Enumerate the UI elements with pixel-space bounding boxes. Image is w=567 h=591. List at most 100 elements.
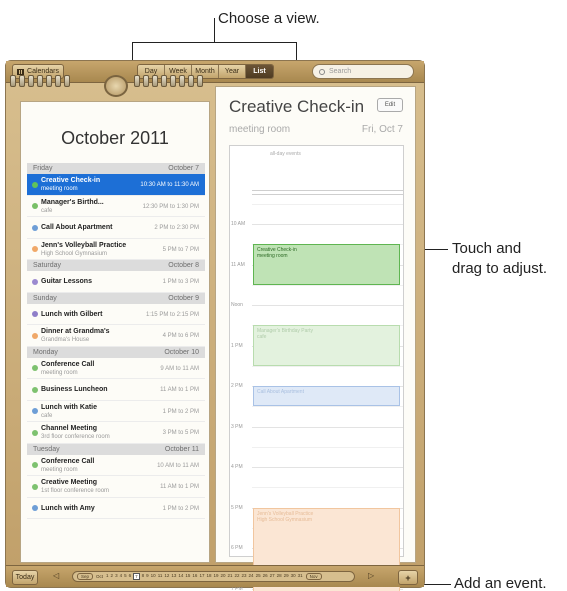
day-timeline[interactable]: all-day events 10 AM 11 AM Noon 1 PM 2 PM 3 P… bbox=[229, 145, 404, 591]
edit-button[interactable]: Edit bbox=[377, 98, 403, 112]
event-list-item[interactable]: Jenn's Volleyball Practice High School Gy… bbox=[27, 239, 205, 260]
day-number[interactable]: 30 bbox=[291, 573, 296, 580]
half-hour-line bbox=[252, 203, 403, 205]
day-number[interactable]: 31 bbox=[298, 573, 303, 580]
day-number[interactable]: 8 bbox=[142, 573, 145, 580]
day-number[interactable]: 15 bbox=[185, 573, 190, 580]
day-number[interactable]: 20 bbox=[220, 573, 225, 580]
day-number[interactable]: 9 bbox=[146, 573, 149, 580]
day-number[interactable]: 10 bbox=[151, 573, 156, 580]
day-number[interactable]: 14 bbox=[178, 573, 183, 580]
binder-rings-right bbox=[134, 75, 203, 87]
day-number[interactable]: 29 bbox=[284, 573, 289, 580]
day-header: Sunday October 9 bbox=[27, 292, 205, 304]
day-number[interactable]: 17 bbox=[199, 573, 204, 580]
event-list-item[interactable]: Conference Call meeting room 10 AM to 11 A… bbox=[27, 455, 205, 476]
day-number[interactable]: 24 bbox=[249, 573, 254, 580]
callout-choose-view: Choose a view. bbox=[218, 10, 320, 27]
day-number[interactable]: 12 bbox=[164, 573, 169, 580]
event-location: cafe bbox=[41, 412, 53, 419]
day-date: October 9 bbox=[168, 294, 199, 302]
day-number[interactable]: 28 bbox=[277, 573, 282, 580]
event-title: Channel Meeting bbox=[41, 425, 98, 432]
timeline-event-block[interactable]: Creative Check-in meeting room bbox=[253, 244, 400, 285]
next-arrow-icon[interactable]: ▷ bbox=[368, 571, 374, 580]
event-list-item[interactable]: Lunch with Gilbert 1:15 PM to 2:15 PM bbox=[27, 304, 205, 325]
tab-year[interactable]: Year bbox=[219, 65, 246, 78]
calendar-color-dot bbox=[32, 181, 38, 188]
event-location: High School Gymnasium bbox=[41, 250, 108, 257]
hour-label: 6 PM bbox=[231, 545, 243, 551]
event-location: meeting room bbox=[41, 369, 78, 376]
event-time: 11 AM to 1 PM bbox=[160, 387, 199, 393]
day-number[interactable]: 11 bbox=[158, 573, 163, 580]
event-list-item[interactable]: Creative Check-in meeting room 10:30 AM to… bbox=[27, 174, 205, 196]
calendar-color-dot bbox=[32, 462, 38, 469]
event-location: cafe bbox=[41, 207, 53, 214]
event-title: Conference Call bbox=[41, 360, 95, 368]
timeline-event-block[interactable]: Manager's Birthday Party cafe bbox=[253, 325, 400, 366]
day-number[interactable]: 25 bbox=[256, 573, 261, 580]
day-header: Saturday October 8 bbox=[27, 260, 205, 271]
callout-add-event: Add an event. bbox=[454, 575, 547, 591]
day-number[interactable]: 26 bbox=[263, 573, 268, 580]
event-list-item[interactable]: Conference Call meeting room 9 AM to 11 AM bbox=[27, 358, 205, 379]
day-number[interactable]: 3 bbox=[115, 573, 118, 580]
event-time: 10:30 AM to 11:30 AM bbox=[140, 182, 199, 188]
event-title: Lunch with Katie bbox=[41, 403, 97, 411]
event-detail-page: Creative Check-in Edit meeting room Fri,… bbox=[215, 86, 416, 591]
day-date: October 8 bbox=[168, 262, 199, 269]
event-time: 1 PM to 2 PM bbox=[162, 505, 199, 512]
event-time: 4 PM to 6 PM bbox=[162, 333, 199, 339]
timeline-event-block[interactable]: Call About Apartment bbox=[253, 386, 400, 407]
event-list-item[interactable]: Manager's Birthd... cafe 12:30 PM to 1:30 … bbox=[27, 196, 205, 217]
event-time: 10 AM to 11 AM bbox=[157, 462, 199, 469]
event-title: Creative Check-in bbox=[229, 97, 365, 116]
prev-month-label: Sep bbox=[77, 573, 94, 580]
event-list-item[interactable]: Lunch with Katie cafe 1 PM to 2 PM bbox=[27, 401, 205, 422]
calendar-color-dot bbox=[32, 224, 38, 231]
event-list-item[interactable]: Creative Meeting 1st floor conference roo… bbox=[27, 476, 205, 498]
day-number[interactable]: 18 bbox=[206, 573, 211, 580]
add-event-button[interactable]: + bbox=[398, 570, 418, 585]
day-number[interactable]: 1 bbox=[106, 573, 109, 580]
day-header: Tuesday October 11 bbox=[27, 443, 205, 455]
day-number[interactable]: 6 bbox=[129, 573, 132, 580]
event-list-item[interactable]: Business Luncheon 11 AM to 1 PM bbox=[27, 379, 205, 401]
callout-line bbox=[214, 18, 215, 42]
day-number[interactable]: 16 bbox=[192, 573, 197, 580]
prev-arrow-icon[interactable]: ◁ bbox=[53, 571, 59, 580]
event-list-item[interactable]: Guitar Lessons 1 PM to 3 PM bbox=[27, 271, 205, 293]
day-name: Saturday bbox=[33, 262, 62, 269]
hour-label: 3 PM bbox=[231, 423, 243, 430]
day-number[interactable]: 22 bbox=[235, 573, 240, 580]
event-time: 1 PM to 3 PM bbox=[162, 279, 199, 285]
event-list-page: October 2011 Friday October 7 Creative Che… bbox=[20, 101, 210, 563]
calendar-color-dot bbox=[32, 429, 38, 436]
hour-line bbox=[252, 224, 403, 225]
event-time: 5 PM to 7 PM bbox=[162, 246, 199, 253]
day-number[interactable]: 19 bbox=[213, 573, 218, 580]
date-scrubber[interactable]: Sep Oct 1 2 3 4 5 6 7 8 9 10 11 12 13 14 15 16 17 18 19 20 2… bbox=[72, 571, 355, 582]
event-list-item[interactable]: Channel Meeting 3rd floor conference room… bbox=[27, 422, 205, 444]
today-button[interactable]: Today bbox=[12, 570, 38, 585]
bottom-bar: Today ◁ Sep Oct 1 2 3 4 5 6 7 8 9 10 11 12 13 14 15 16 1… bbox=[6, 565, 424, 587]
event-list-item[interactable]: Lunch with Amy 1 PM to 2 PM bbox=[27, 498, 205, 519]
event-list-item[interactable]: Dinner at Grandma's Grandma's House 4 PM t… bbox=[27, 325, 205, 347]
day-number[interactable]: 21 bbox=[228, 573, 233, 580]
day-number[interactable]: 23 bbox=[242, 573, 247, 580]
day-number[interactable]: 4 bbox=[120, 573, 123, 580]
day-number[interactable]: 5 bbox=[124, 573, 127, 580]
day-number[interactable]: 27 bbox=[270, 573, 275, 580]
block-title: Call About Apartment bbox=[257, 389, 304, 395]
day-number[interactable]: 13 bbox=[171, 573, 176, 580]
block-location: meeting room bbox=[257, 253, 288, 260]
tab-list[interactable]: List bbox=[246, 65, 273, 78]
calendar-color-dot bbox=[32, 386, 38, 393]
day-number[interactable]: 2 bbox=[111, 573, 114, 580]
day-name: Monday bbox=[33, 348, 58, 356]
search-input[interactable]: Search bbox=[312, 64, 414, 79]
day-number[interactable]: 7 bbox=[133, 573, 140, 580]
calendar-color-dot bbox=[32, 408, 38, 415]
event-list-item[interactable]: Call About Apartment 2 PM to 2:30 PM bbox=[27, 217, 205, 239]
